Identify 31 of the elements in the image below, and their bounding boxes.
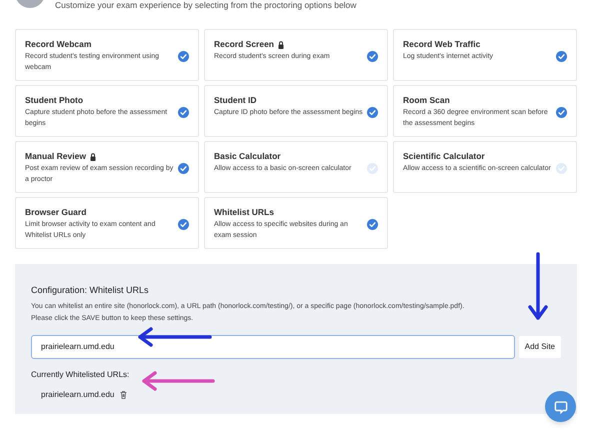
check-circle-icon[interactable] bbox=[367, 219, 378, 230]
check-circle-icon[interactable] bbox=[178, 219, 189, 230]
check-circle-icon[interactable] bbox=[367, 163, 378, 174]
option-title: Whitelist URLs bbox=[214, 207, 274, 218]
whitelisted-url: prairielearn.umd.edu bbox=[41, 388, 114, 400]
check-circle-icon[interactable] bbox=[178, 51, 189, 62]
check-circle-icon[interactable] bbox=[178, 107, 189, 118]
check-circle-icon[interactable] bbox=[556, 51, 567, 62]
option-title: Manual Review bbox=[25, 151, 86, 162]
option-title: Room Scan bbox=[403, 95, 450, 106]
check-circle-icon[interactable] bbox=[556, 107, 567, 118]
check-circle-icon[interactable] bbox=[556, 163, 567, 174]
chat-bubble-icon bbox=[554, 400, 568, 414]
option-title: Scientific Calculator bbox=[403, 151, 485, 162]
annotation-arrow bbox=[528, 252, 548, 320]
option-title: Browser Guard bbox=[25, 207, 86, 218]
option-title: Record Screen bbox=[214, 39, 274, 50]
option-title: Student ID bbox=[214, 95, 256, 106]
option-title: Record Web Traffic bbox=[403, 39, 480, 50]
url-input-field[interactable]: prairielearn.umd.edu bbox=[31, 334, 515, 358]
option-title: Record Webcam bbox=[25, 39, 92, 50]
option-title: Basic Calculator bbox=[214, 151, 281, 162]
check-circle-icon[interactable] bbox=[367, 107, 378, 118]
subtitle: Customize your exam experience by selecting from the proctoring options below bbox=[55, 0, 356, 11]
trash-icon[interactable] bbox=[120, 390, 128, 398]
configuration-title: Configuration: Whitelist URLs bbox=[31, 284, 150, 297]
check-circle-icon[interactable] bbox=[367, 51, 378, 62]
check-circle-icon[interactable] bbox=[178, 163, 189, 174]
add-site-button[interactable]: Add Site bbox=[518, 336, 561, 358]
option-title: Student Photo bbox=[25, 95, 84, 106]
list-label: Currently Whitelisted URLs: bbox=[31, 368, 130, 380]
